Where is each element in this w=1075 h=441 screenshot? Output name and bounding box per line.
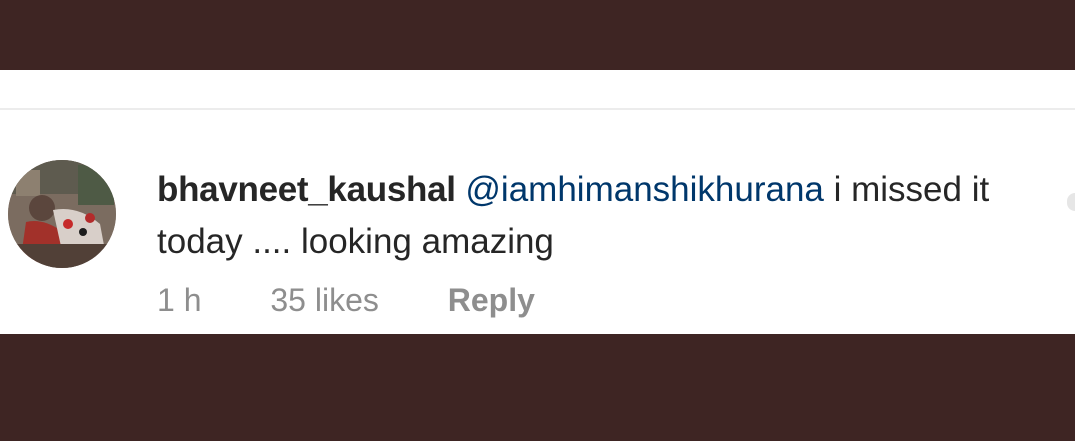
mention-link[interactable]: @iamhimanshikhurana (465, 170, 823, 209)
avatar[interactable] (8, 160, 116, 268)
scroll-edge-indicator (1067, 193, 1075, 211)
comment-time: 1 h (157, 282, 202, 318)
reply-button[interactable]: Reply (448, 278, 535, 322)
comment-card: bhavneet_kaushal @iamhimanshikhurana i m… (0, 70, 1075, 334)
likes-count[interactable]: 35 likes (270, 278, 379, 322)
username-link[interactable]: bhavneet_kaushal (157, 170, 456, 209)
comment-text: bhavneet_kaushal @iamhimanshikhurana i m… (157, 164, 1037, 268)
divider (0, 108, 1075, 110)
profile-photo-icon (8, 160, 116, 268)
comment-meta: 1 h 35 likes Reply (157, 278, 535, 322)
